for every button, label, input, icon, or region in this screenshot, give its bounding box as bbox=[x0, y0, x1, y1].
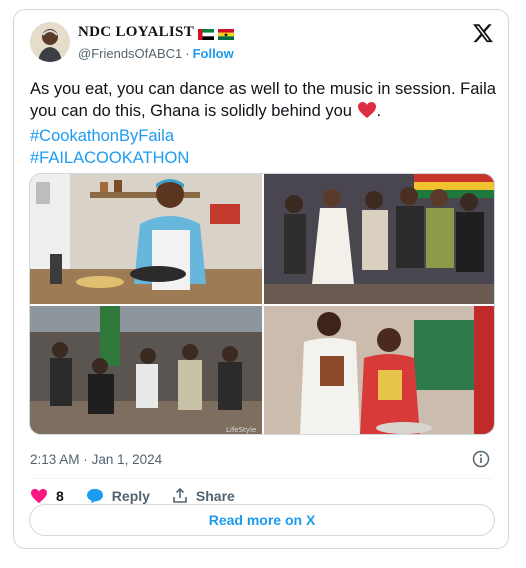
share-icon bbox=[173, 488, 187, 503]
author-avatar[interactable] bbox=[30, 22, 70, 62]
tweet-body: As you eat, you can dance as well to the… bbox=[30, 80, 496, 120]
author-name-row: NDC LOYALIST bbox=[78, 24, 234, 41]
uae-flag-icon bbox=[198, 27, 214, 40]
media-grid: LifeStyle bbox=[29, 173, 495, 435]
follow-button[interactable]: Follow bbox=[193, 46, 234, 61]
action-bar: 8 Reply Share bbox=[30, 488, 257, 504]
ghana-flag-icon bbox=[218, 27, 234, 40]
tweet-card: NDC LOYALIST @FriendsOfABC1 · Follow As … bbox=[13, 9, 509, 549]
hashtag-link[interactable]: #FAILACOOKATHON bbox=[30, 147, 500, 169]
author-name[interactable]: NDC LOYALIST bbox=[78, 24, 194, 41]
tweet-date: Jan 1, 2024 bbox=[91, 452, 163, 467]
reply-label: Reply bbox=[111, 488, 150, 504]
timestamp-separator: · bbox=[83, 452, 88, 467]
hashtag-link[interactable]: #CookathonByFaila bbox=[30, 125, 500, 147]
two-women-with-food-photo[interactable] bbox=[264, 306, 494, 434]
info-icon[interactable] bbox=[472, 450, 490, 468]
divider bbox=[30, 478, 492, 479]
author-handle-row: @FriendsOfABC1 · Follow bbox=[78, 46, 234, 61]
read-more-button[interactable]: Read more on X bbox=[29, 504, 495, 536]
reply-button[interactable]: Reply bbox=[86, 488, 150, 504]
crowd-dancing-photo[interactable] bbox=[264, 174, 494, 304]
tweet-text-end: . bbox=[376, 102, 382, 120]
svg-text:LifeStyle: LifeStyle bbox=[226, 426, 256, 434]
dancing-crowd-photo[interactable]: LifeStyle bbox=[30, 306, 262, 434]
handle-separator: · bbox=[185, 46, 190, 61]
tweet-timestamp[interactable]: 2:13 AM · Jan 1, 2024 bbox=[30, 452, 162, 467]
like-count: 8 bbox=[56, 488, 64, 504]
share-button[interactable]: Share bbox=[172, 488, 235, 504]
reply-bubble-icon bbox=[86, 488, 103, 504]
person-avatar-icon bbox=[30, 22, 70, 62]
x-logo-icon[interactable] bbox=[472, 22, 494, 44]
like-button[interactable]: 8 bbox=[30, 488, 64, 504]
tweet-text: As you eat, you can dance as well to the… bbox=[30, 78, 500, 169]
author-handle[interactable]: @FriendsOfABC1 bbox=[78, 46, 182, 61]
red-heart-icon bbox=[357, 101, 377, 125]
heart-icon bbox=[31, 488, 47, 504]
share-label: Share bbox=[195, 488, 235, 504]
tweet-time: 2:13 AM bbox=[30, 452, 80, 467]
woman-cooking-photo[interactable] bbox=[30, 174, 262, 304]
